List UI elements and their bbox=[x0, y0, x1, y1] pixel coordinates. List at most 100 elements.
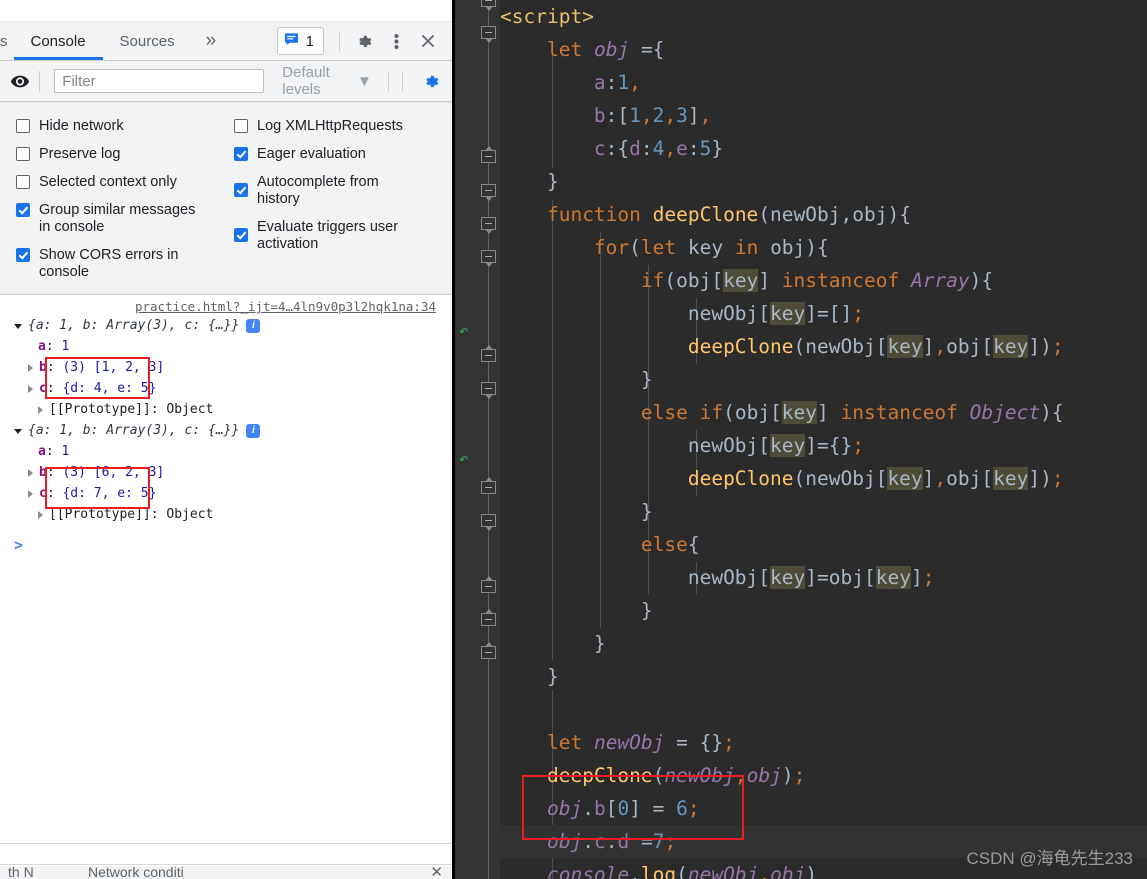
setting-label: Log XMLHttpRequests bbox=[257, 118, 403, 134]
chevron-double-right-icon[interactable]: » bbox=[192, 22, 231, 60]
editor-gutter bbox=[455, 0, 500, 879]
tab-label: s bbox=[0, 32, 8, 50]
setting-label: Autocomplete from history bbox=[257, 174, 379, 207]
fold-marker-elseif-end[interactable] bbox=[481, 477, 496, 494]
checkbox[interactable] bbox=[234, 228, 248, 242]
setting-selected-context-only[interactable]: Selected context only bbox=[8, 168, 226, 196]
console-input-field[interactable] bbox=[0, 843, 452, 865]
checkbox[interactable] bbox=[234, 147, 248, 161]
revert-arrow-icon[interactable]: ↶ bbox=[455, 450, 472, 467]
fold-marker-obj[interactable] bbox=[481, 26, 496, 43]
setting-label: Show CORS errors in console bbox=[39, 247, 179, 280]
drawer-tab-label-network-conditions[interactable]: Network conditi bbox=[88, 866, 184, 879]
prop-key: a bbox=[38, 444, 46, 459]
info-icon[interactable]: i bbox=[246, 423, 261, 438]
console-prop-b[interactable]: b: (3) [1, 2, 3] bbox=[0, 357, 452, 378]
console-entry-summary[interactable]: {a: 1, b: Array(3), c: {…}} i bbox=[0, 315, 452, 336]
expand-caret-icon[interactable] bbox=[28, 468, 33, 477]
tab-sources[interactable]: Sources bbox=[103, 22, 192, 60]
checkbox[interactable] bbox=[16, 248, 30, 262]
log-levels-dropdown[interactable]: Default levels ▼ bbox=[282, 64, 372, 98]
settings-column-left: Hide network Preserve log Selected conte… bbox=[8, 112, 226, 286]
fold-marker-if[interactable] bbox=[481, 250, 496, 267]
code-line: } bbox=[546, 665, 559, 688]
setting-autocomplete-from-history[interactable]: Autocomplete from history bbox=[226, 168, 444, 213]
prop-key: b bbox=[39, 360, 47, 375]
tab-console[interactable]: Console bbox=[13, 22, 103, 60]
checkbox[interactable] bbox=[234, 183, 248, 197]
console-entry-2: {a: 1, b: Array(3), c: {…}} i a: 1 b: (3)… bbox=[0, 420, 452, 525]
drawer-tab-label-left[interactable]: th N bbox=[8, 866, 34, 879]
fold-marker-else-end[interactable] bbox=[481, 576, 496, 593]
close-icon[interactable] bbox=[413, 26, 443, 56]
fold-marker-for[interactable] bbox=[481, 217, 496, 234]
console-prop-c[interactable]: c: {d: 4, e: 5} bbox=[0, 378, 452, 399]
fold-marker-script[interactable] bbox=[481, 0, 496, 11]
code-line: if(obj[key] instanceof Array){ bbox=[640, 269, 994, 292]
console-settings-gear-icon[interactable] bbox=[420, 66, 444, 96]
info-icon[interactable]: i bbox=[246, 318, 261, 333]
fold-marker-function[interactable] bbox=[481, 184, 496, 201]
drawer-close-icon[interactable]: ✕ bbox=[430, 866, 443, 879]
filter-separator bbox=[39, 70, 41, 92]
devtools-panel: s Console Sources » 1 Filter Default lev… bbox=[0, 0, 455, 879]
tab-elements-clipped[interactable]: s bbox=[0, 22, 14, 60]
console-entry-summary[interactable]: {a: 1, b: Array(3), c: {…}} i bbox=[0, 420, 452, 441]
expand-caret-icon[interactable] bbox=[28, 489, 33, 498]
expand-caret-icon[interactable] bbox=[28, 384, 33, 393]
eye-icon[interactable] bbox=[8, 66, 32, 96]
chevron-down-icon: ▼ bbox=[357, 72, 372, 90]
code-line: } bbox=[593, 632, 606, 655]
message-count-value: 1 bbox=[305, 32, 314, 50]
tab-bar-actions: 1 bbox=[276, 22, 452, 60]
filter-input[interactable] bbox=[54, 69, 265, 93]
fold-marker-elseif[interactable] bbox=[481, 382, 496, 399]
kebab-menu-icon[interactable] bbox=[381, 26, 411, 56]
fold-marker-obj-end[interactable] bbox=[481, 146, 496, 163]
console-source-link[interactable]: practice.html?_ijt=4…4ln9v0p3l2hqk1na:34 bbox=[0, 295, 452, 315]
revert-arrow-icon[interactable]: ↶ bbox=[455, 322, 472, 339]
fold-marker-for-end[interactable] bbox=[481, 609, 496, 626]
console-settings-panel: Hide network Preserve log Selected conte… bbox=[0, 102, 452, 295]
expand-caret-icon[interactable] bbox=[28, 363, 33, 372]
prop-key: b bbox=[39, 465, 47, 480]
gear-icon[interactable] bbox=[349, 26, 379, 56]
expand-caret-icon[interactable] bbox=[38, 510, 43, 519]
fold-marker-if-end[interactable] bbox=[481, 345, 496, 362]
screenshot-root: s Console Sources » 1 Filter Default lev… bbox=[0, 0, 1147, 879]
setting-show-cors-errors[interactable]: Show CORS errors in console bbox=[8, 241, 226, 286]
console-prop-prototype[interactable]: [[Prototype]]: Object bbox=[0, 504, 452, 525]
console-prop-c[interactable]: c: {d: 7, e: 5} bbox=[0, 483, 452, 504]
checkbox[interactable] bbox=[16, 203, 30, 217]
message-count-chip[interactable]: 1 bbox=[276, 27, 324, 55]
fold-marker-function-end[interactable] bbox=[481, 642, 496, 659]
devtools-tab-bar: s Console Sources » 1 bbox=[0, 22, 452, 61]
setting-log-xmlhttprequests[interactable]: Log XMLHttpRequests bbox=[226, 112, 444, 140]
setting-group-similar-messages[interactable]: Group similar messages in console bbox=[8, 196, 226, 241]
fold-marker-else[interactable] bbox=[481, 514, 496, 531]
prop-value: 1 bbox=[61, 339, 70, 354]
code-lines[interactable]: <script> let obj ={ a:1, b:[1,2,3], c:{d… bbox=[500, 0, 1147, 879]
console-prompt[interactable]: > bbox=[0, 533, 452, 557]
message-bubble-icon bbox=[284, 31, 299, 51]
prop-value: 1 bbox=[61, 444, 70, 459]
tab-bar-spacer bbox=[230, 22, 277, 60]
prop-value: Object bbox=[166, 507, 214, 522]
checkbox[interactable] bbox=[16, 147, 30, 161]
setting-eager-evaluation[interactable]: Eager evaluation bbox=[226, 140, 444, 168]
console-prop-prototype[interactable]: [[Prototype]]: Object bbox=[0, 399, 452, 420]
console-prop-b[interactable]: b: (3) [6, 2, 3] bbox=[0, 462, 452, 483]
setting-preserve-log[interactable]: Preserve log bbox=[8, 140, 226, 168]
prop-key: c bbox=[39, 381, 47, 396]
prop-value: {d: 4, e: 5} bbox=[62, 381, 157, 396]
code-line: else{ bbox=[640, 533, 700, 556]
checkbox[interactable] bbox=[16, 175, 30, 189]
checkbox[interactable] bbox=[234, 119, 248, 133]
expand-caret-icon[interactable] bbox=[14, 324, 22, 329]
expand-caret-icon[interactable] bbox=[14, 429, 22, 434]
setting-evaluate-triggers-user-activation[interactable]: Evaluate triggers user activation bbox=[226, 213, 444, 258]
checkbox[interactable] bbox=[16, 119, 30, 133]
setting-hide-network[interactable]: Hide network bbox=[8, 112, 226, 140]
expand-caret-icon[interactable] bbox=[38, 405, 43, 414]
prop-value: (3) [6, 2, 3] bbox=[62, 465, 165, 480]
